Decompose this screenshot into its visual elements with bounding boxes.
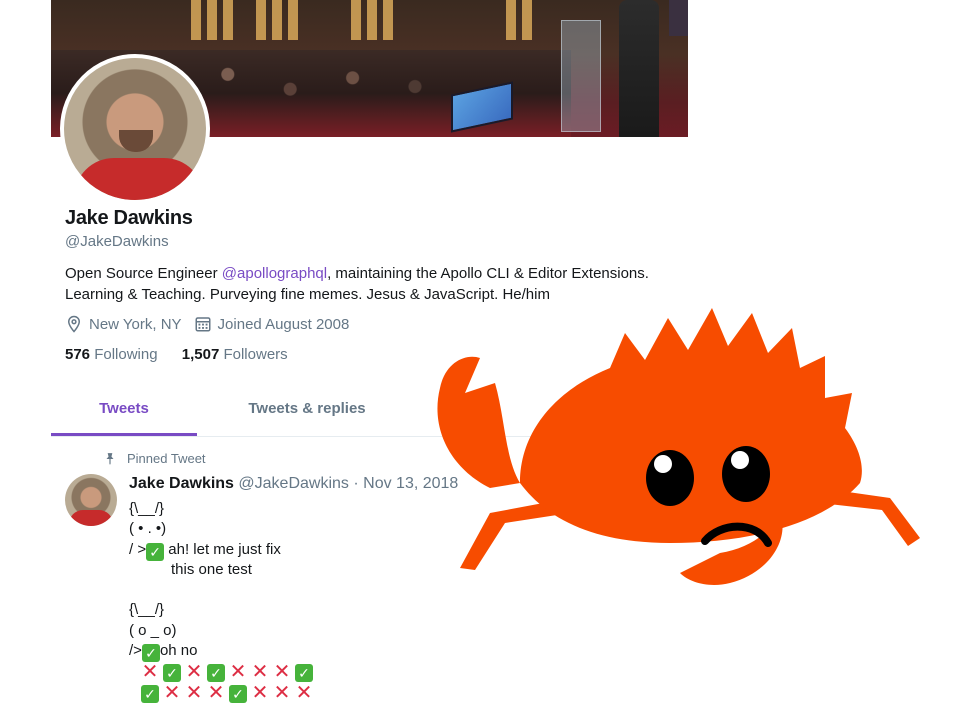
avatar-jacket: [69, 510, 113, 526]
cross-mark-icon: ✕: [273, 681, 291, 704]
tweet-line: {\__/}: [129, 601, 165, 619]
profile-meta: New York, NY Joined August 2008: [65, 315, 361, 333]
cross-mark-icon: ✕: [273, 661, 291, 684]
tweet-separator: ·: [353, 475, 359, 492]
cross-mark-icon: ✕: [229, 661, 247, 684]
ferris-left-claw: [437, 356, 520, 488]
bio-mention-link[interactable]: @apollographql: [222, 265, 327, 282]
tweet-author-name[interactable]: Jake Dawkins: [129, 475, 234, 492]
location-text: New York, NY: [89, 315, 182, 333]
banner-podium: [561, 20, 601, 132]
check-mark-icon: ✓: [163, 664, 181, 683]
tweet-line-text: />: [129, 642, 142, 660]
profile-name: Jake Dawkins: [65, 207, 193, 229]
bio-text-cont: , maintaining the Apollo CLI & Editor Ex…: [327, 265, 649, 282]
check-mark-icon: ✓: [207, 664, 225, 683]
pinned-indicator: Pinned Tweet: [103, 451, 206, 466]
ferris-crab-image: [437, 308, 920, 585]
tweet-line: this one test: [171, 560, 252, 578]
cross-mark-icon: ✕: [163, 681, 181, 704]
tweet-line-text: ah! let me just fix: [164, 540, 281, 558]
profile-joined: Joined August 2008: [194, 315, 350, 333]
tweet-line: / > ✓ ah! let me just fix: [129, 540, 317, 561]
banner-speaker: [619, 0, 659, 137]
tweet-author-avatar[interactable]: [65, 474, 117, 526]
cross-mark-icon: ✕: [251, 661, 269, 684]
check-mark-icon: ✓: [141, 644, 160, 663]
following-count: 576: [65, 346, 91, 363]
followers-label: Followers: [223, 346, 288, 363]
check-mark-icon: ✓: [295, 664, 313, 683]
tweet-line: ( • . •): [129, 520, 167, 538]
following-link[interactable]: 576 Following: [65, 346, 158, 363]
tweet-author-handle[interactable]: @JakeDawkins: [238, 475, 349, 492]
follow-counts: 576 Following 1,507 Followers: [65, 346, 308, 363]
pinned-label: Pinned Tweet: [127, 451, 206, 466]
pin-icon: [106, 452, 114, 465]
tab-tweets[interactable]: Tweets: [51, 386, 197, 436]
cross-mark-icon: ✕: [251, 681, 269, 704]
followers-count: 1,507: [181, 346, 220, 363]
tweet-line: /> ✓ oh no: [129, 641, 317, 663]
joined-text: Joined August 2008: [217, 315, 350, 333]
emoji-row: ✕ ✓ ✕ ✓ ✕ ✕ ✕ ✓: [129, 661, 317, 684]
tweet-header: Jake Dawkins @JakeDawkins · Nov 13, 2018: [129, 475, 458, 493]
ferris-shell: [520, 308, 862, 543]
check-mark-icon: ✓: [146, 542, 165, 561]
profile-avatar[interactable]: [60, 54, 210, 204]
cross-mark-icon: ✕: [207, 681, 225, 704]
tweet-line-text: oh no: [159, 642, 198, 660]
bio-text: Open Source Engineer: [65, 265, 222, 282]
following-label: Following: [94, 346, 158, 363]
banner-sign: [669, 0, 688, 36]
cross-mark-icon: ✕: [185, 661, 203, 684]
avatar-beard: [119, 130, 153, 152]
cross-mark-icon: ✕: [185, 681, 203, 704]
cross-mark-icon: ✕: [295, 681, 313, 704]
followers-link[interactable]: 1,507 Followers: [182, 346, 288, 363]
tab-tweets-replies[interactable]: Tweets & replies: [227, 386, 387, 434]
emoji-row: ✓ ✕ ✕ ✕ ✓ ✕ ✕ ✕: [129, 681, 317, 704]
profile-location: New York, NY: [65, 315, 182, 333]
tweet-line: {\__/}: [129, 500, 165, 517]
cross-mark-icon: ✕: [141, 661, 159, 684]
avatar-jacket: [74, 158, 204, 200]
tweet-body: {\__/} ( • . •) / > ✓ ah! let me just fix…: [129, 499, 317, 704]
location-pin-icon: [67, 315, 81, 333]
tweet-line-text: / >: [129, 540, 147, 558]
profile-handle: @JakeDawkins: [65, 233, 169, 250]
tweet-line: ( o _ o): [129, 621, 177, 639]
calendar-icon: [195, 317, 211, 332]
